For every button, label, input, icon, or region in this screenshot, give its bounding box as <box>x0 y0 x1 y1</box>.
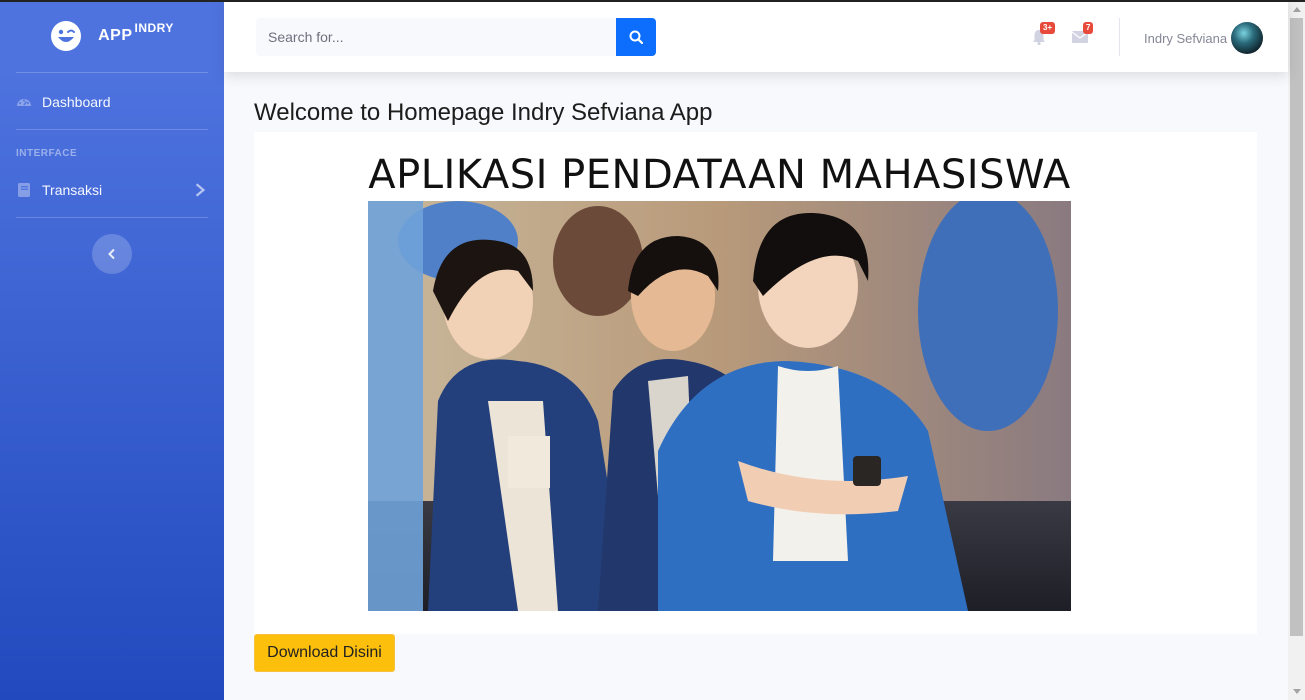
poster-card: APLIKASI PENDATAAN MAHASISWA <box>254 132 1257 634</box>
messages-badge: 7 <box>1083 22 1094 34</box>
main-content: Welcome to Homepage Indry Sefviana App A… <box>224 72 1288 700</box>
user-name[interactable]: Indry Sefviana <box>1144 31 1227 46</box>
scroll-thumb[interactable] <box>1290 18 1303 636</box>
messages-button[interactable]: 7 <box>1071 22 1099 48</box>
download-button[interactable]: Download Disini <box>254 634 395 672</box>
page-scrollbar[interactable] <box>1288 0 1305 700</box>
brand-sup: INDRY <box>134 21 174 35</box>
sidebar-divider <box>16 72 208 73</box>
students-photo <box>368 201 1071 611</box>
search-icon <box>629 30 643 44</box>
avatar[interactable] <box>1231 22 1263 54</box>
caret-down-icon <box>1292 688 1301 694</box>
sidebar-item-label: Transaksi <box>42 182 103 198</box>
page-title: Welcome to Homepage Indry Sefviana App <box>254 99 713 126</box>
search-button[interactable] <box>616 18 656 56</box>
scroll-up-arrow[interactable] <box>1288 0 1305 17</box>
sidebar-item-transaksi[interactable]: Transaksi <box>16 178 208 202</box>
search-form <box>256 18 656 56</box>
search-input[interactable] <box>256 18 616 56</box>
sidebar-brand[interactable]: APP INDRY <box>0 0 224 72</box>
sidebar-item-dashboard[interactable]: Dashboard <box>16 90 208 114</box>
laugh-wink-icon <box>51 21 82 51</box>
tachometer-icon <box>17 99 31 106</box>
sidebar-divider <box>16 129 208 130</box>
sidebar: APP INDRY Dashboard INTERFACE Transaksi <box>0 0 224 700</box>
alerts-badge: 3+ <box>1040 22 1056 34</box>
alerts-button[interactable]: 3+ <box>1030 22 1058 48</box>
topbar: 3+ 7 Indry Sefviana <box>224 0 1288 72</box>
topbar-divider <box>1119 18 1120 56</box>
book-icon <box>18 183 30 197</box>
sidebar-toggle-button[interactable] <box>92 234 132 274</box>
chevron-left-icon <box>108 248 115 260</box>
window-top-border <box>0 0 1305 2</box>
scroll-down-arrow[interactable] <box>1288 683 1305 700</box>
sidebar-divider <box>16 217 208 218</box>
chevron-right-icon <box>195 183 206 197</box>
caret-up-icon <box>1292 6 1301 12</box>
poster-title: APLIKASI PENDATAAN MAHASISWA <box>368 152 1071 198</box>
sidebar-heading: INTERFACE <box>16 148 78 159</box>
brand-name: APP INDRY <box>98 21 174 44</box>
students-photo-illustration <box>368 201 1071 611</box>
sidebar-item-label: Dashboard <box>42 94 111 110</box>
